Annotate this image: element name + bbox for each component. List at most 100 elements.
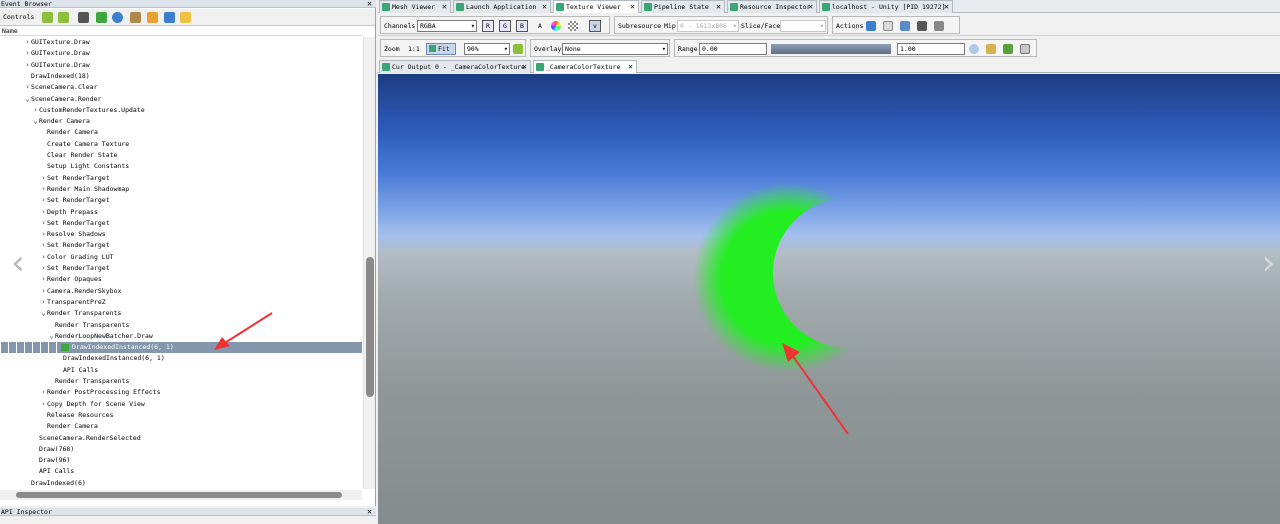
close-icon[interactable]: ✕: [630, 1, 635, 13]
tree-row[interactable]: ›Set RenderTarget: [0, 195, 362, 206]
auto-fit-wand-icon[interactable]: [986, 44, 996, 54]
range-min-input[interactable]: 0.00: [699, 43, 767, 55]
tree-row[interactable]: Setup Light Constants: [0, 161, 362, 172]
expand-chevron-icon[interactable]: ›: [40, 297, 47, 308]
slice-face-select[interactable]: ▾: [780, 20, 826, 32]
expand-chevron-icon[interactable]: ›: [40, 286, 47, 297]
tree-row[interactable]: Render Transparents: [0, 376, 362, 387]
vertical-scroll-thumb[interactable]: [366, 257, 374, 397]
tree-row[interactable]: ⌄RenderLoopNewBatcher.Draw: [0, 331, 362, 342]
horizontal-scroll-thumb[interactable]: [16, 492, 342, 498]
flip-icon[interactable]: [513, 44, 523, 54]
zoom-1to1-button[interactable]: 1:1: [408, 40, 420, 58]
tree-row[interactable]: ›Copy Depth for Scene View: [0, 399, 362, 410]
close-icon[interactable]: ✕: [808, 1, 813, 13]
tree-row[interactable]: Render Camera: [0, 421, 362, 432]
expand-chevron-icon[interactable]: ›: [32, 105, 39, 116]
close-icon[interactable]: ✕: [522, 61, 527, 73]
channel-a-label[interactable]: A: [538, 17, 542, 35]
window-tab[interactable]: localhost - Unity [PID 19272] ✕: [819, 0, 953, 13]
overlay-select[interactable]: None ▾: [562, 43, 668, 55]
channel-g-button[interactable]: G: [499, 20, 511, 32]
tree-row[interactable]: ›GUITexture.Draw: [0, 48, 362, 59]
find-binoculars-icon[interactable]: [917, 21, 927, 31]
tree-row[interactable]: ⌄Render Camera: [0, 116, 362, 127]
tree-row[interactable]: DrawIndexedInstanced(6, 1): [0, 353, 362, 364]
texture-tab[interactable]: Cur Output 0 - _CameraColorTexture ✕: [379, 60, 531, 73]
collapse-chevron-icon[interactable]: ⌄: [48, 331, 55, 342]
column-header-name[interactable]: Name: [0, 27, 362, 36]
save-icon[interactable]: [866, 21, 876, 31]
channels-select[interactable]: RGBA ▾: [417, 20, 477, 32]
tree-row[interactable]: Draw(768): [0, 444, 362, 455]
tree-row[interactable]: ›Set RenderTarget: [0, 263, 362, 274]
tree-row[interactable]: ›Resolve Shadows: [0, 229, 362, 240]
tree-row[interactable]: ›GUITexture.Draw: [0, 37, 362, 48]
tree-row[interactable]: Release Resources: [0, 410, 362, 421]
expand-chevron-icon[interactable]: ›: [40, 399, 47, 410]
expand-chevron-icon[interactable]: ›: [24, 37, 31, 48]
window-tab[interactable]: Launch Application ✕: [453, 0, 551, 13]
bookmark-flag-icon[interactable]: [96, 12, 107, 23]
tree-row[interactable]: ›TransparentPreZ: [0, 297, 362, 308]
tree-row[interactable]: API Calls: [0, 365, 362, 376]
tree-row[interactable]: ›SceneCamera.Clear: [0, 82, 362, 93]
tree-row[interactable]: DrawIndexed(18): [0, 71, 362, 82]
range-histogram-slider[interactable]: [771, 44, 891, 54]
window-tab[interactable]: Texture Viewer ✕: [553, 0, 639, 13]
zoom-select[interactable]: 90% ▾: [464, 43, 510, 55]
collapse-chevron-icon[interactable]: ⌄: [32, 116, 39, 127]
collapse-chevron-icon[interactable]: ⌄: [24, 94, 31, 105]
tree-row[interactable]: ⌄Render Transparents: [0, 308, 362, 319]
expand-chevron-icon[interactable]: ›: [40, 240, 47, 251]
tree-row[interactable]: ›Set RenderTarget: [0, 173, 362, 184]
expand-chevron-icon[interactable]: ›: [40, 195, 47, 206]
expand-chevron-icon[interactable]: ›: [40, 173, 47, 184]
tree-row[interactable]: API Calls: [0, 466, 362, 477]
tree-row[interactable]: ›Render Opaques: [0, 274, 362, 285]
channel-b-button[interactable]: B: [516, 20, 528, 32]
time-clock-icon[interactable]: [112, 12, 123, 23]
tree-row[interactable]: ›Camera.RenderSkybox: [0, 286, 362, 297]
tree-row[interactable]: ⌄SceneCamera.Render: [0, 94, 362, 105]
tree-row[interactable]: DrawIndexed(6): [0, 478, 362, 489]
expand-chevron-icon[interactable]: ›: [24, 48, 31, 59]
link-icon[interactable]: [934, 21, 944, 31]
expand-chevron-icon[interactable]: ›: [40, 207, 47, 218]
save-disk-icon[interactable]: [164, 12, 175, 23]
next-image-icon[interactable]: ›: [1258, 246, 1278, 280]
close-icon[interactable]: ✕: [716, 1, 721, 13]
mip-select[interactable]: 0 - 1613x806 ▾: [677, 20, 739, 32]
tree-row[interactable]: ›Render PostProcessing Effects: [0, 387, 362, 398]
histogram-icon[interactable]: [1020, 44, 1030, 54]
next-arrow-icon[interactable]: [58, 12, 69, 23]
tree-row[interactable]: ›Render Main Shadowmap: [0, 184, 362, 195]
chevron-down-icon[interactable]: v: [589, 20, 601, 32]
tree-row-selected[interactable]: DrawIndexedInstanced(6, 1): [0, 342, 362, 354]
fit-button[interactable]: Fit: [426, 43, 456, 55]
expand-chevron-icon[interactable]: ›: [24, 60, 31, 71]
close-icon[interactable]: ✕: [367, 508, 372, 516]
tree-row[interactable]: ›Color Grading LUT: [0, 252, 362, 263]
copy-icon[interactable]: [883, 21, 893, 31]
expand-chevron-icon[interactable]: ›: [40, 229, 47, 240]
tree-row[interactable]: ›Set RenderTarget: [0, 240, 362, 251]
zoom-range-icon[interactable]: [969, 44, 979, 54]
tree-row[interactable]: Create Camera Texture: [0, 139, 362, 150]
expand-chevron-icon[interactable]: ›: [40, 218, 47, 229]
settings-gear-icon[interactable]: [147, 12, 158, 23]
expand-chevron-icon[interactable]: ›: [40, 263, 47, 274]
channel-r-button[interactable]: R: [482, 20, 494, 32]
close-icon[interactable]: ✕: [442, 1, 447, 13]
tree-row[interactable]: ›GUITexture.Draw: [0, 60, 362, 71]
expand-chevron-icon[interactable]: ›: [40, 252, 47, 263]
open-icon[interactable]: [900, 21, 910, 31]
reset-range-icon[interactable]: [1003, 44, 1013, 54]
window-tab[interactable]: Pipeline State ✕: [641, 0, 725, 13]
tree-row[interactable]: Clear Render State: [0, 150, 362, 161]
previous-image-icon[interactable]: ‹: [8, 246, 28, 280]
tree-row[interactable]: ›Depth Prepass: [0, 207, 362, 218]
close-icon[interactable]: ✕: [628, 61, 633, 73]
close-icon[interactable]: ✕: [542, 1, 547, 13]
filter-icon[interactable]: [130, 12, 141, 23]
